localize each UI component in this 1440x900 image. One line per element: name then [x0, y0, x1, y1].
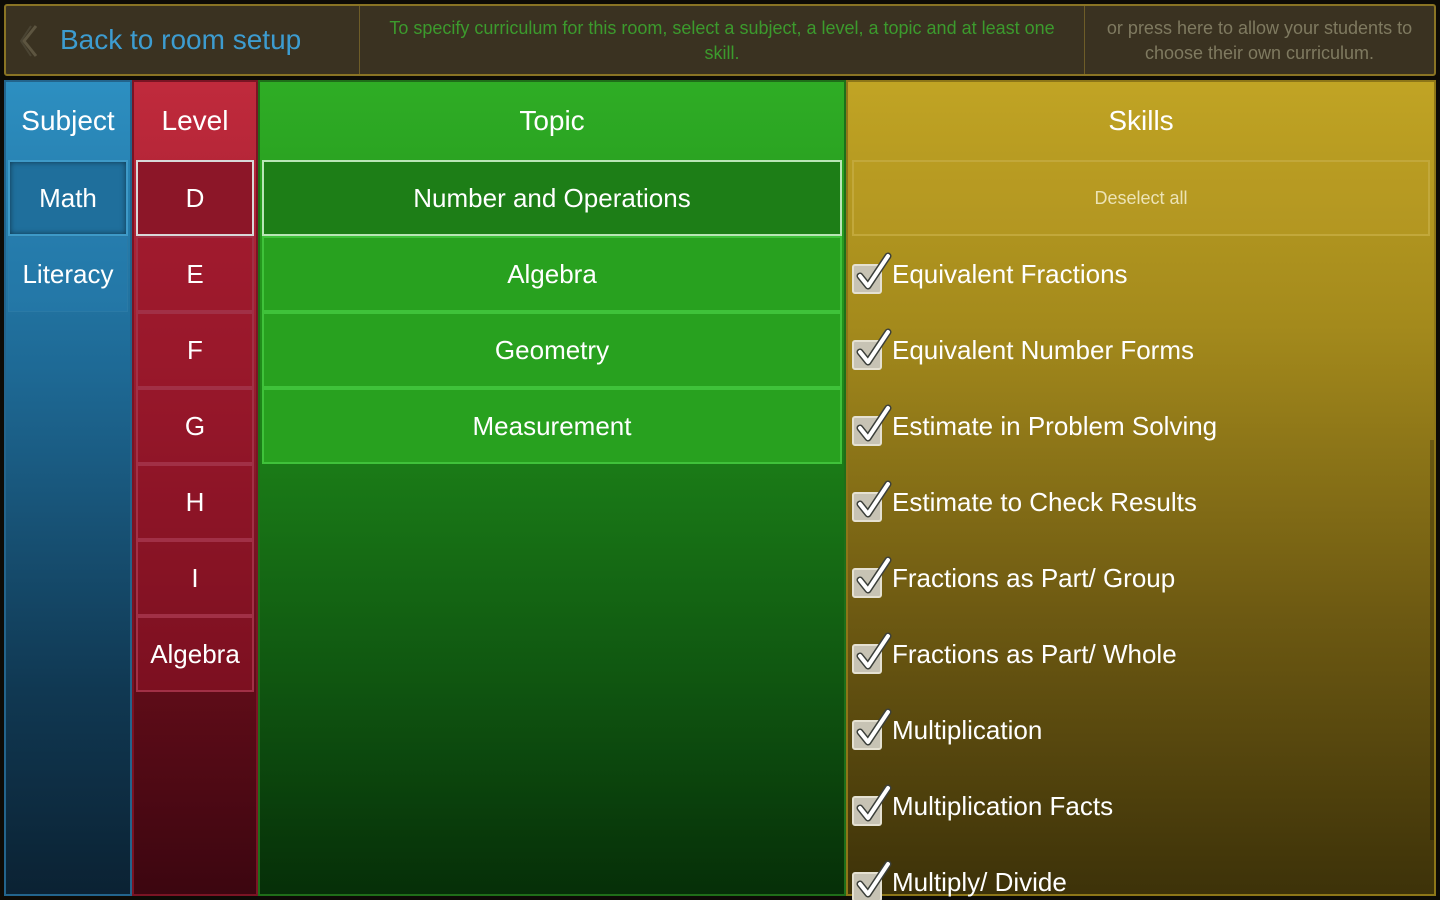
level-item-e[interactable]: E — [136, 236, 254, 312]
topic-item-number-and-operations[interactable]: Number and Operations — [262, 160, 842, 236]
subject-header: Subject — [21, 105, 115, 136]
skill-label: Multiply/ Divide — [892, 866, 1067, 897]
subject-item-math[interactable]: Math — [8, 160, 128, 236]
subject-column: Subject Math Literacy — [4, 80, 132, 896]
deselect-all-button[interactable]: Deselect all — [852, 160, 1430, 236]
skill-checkbox[interactable] — [852, 632, 892, 676]
skill-checkbox[interactable] — [852, 708, 892, 752]
skill-checkbox[interactable] — [852, 556, 892, 600]
topic-column: Topic Number and Operations Algebra Geom… — [258, 80, 846, 896]
skill-item[interactable]: Estimate in Problem Solving — [848, 388, 1434, 464]
checkmark-icon — [856, 708, 892, 746]
checkmark-icon — [856, 784, 892, 822]
level-item-h[interactable]: H — [136, 464, 254, 540]
topic-item-measurement[interactable]: Measurement — [262, 388, 842, 464]
checkmark-icon — [856, 632, 892, 670]
topic-header: Topic — [519, 105, 585, 136]
skill-item[interactable]: Equivalent Fractions — [848, 236, 1434, 312]
skill-checkbox[interactable] — [852, 860, 892, 900]
level-item-algebra[interactable]: Algebra — [136, 616, 254, 692]
skill-item[interactable]: Estimate to Check Results — [848, 464, 1434, 540]
skill-item[interactable]: Multiply/ Divide — [848, 844, 1434, 900]
level-item-f[interactable]: F — [136, 312, 254, 388]
checkmark-icon — [856, 556, 892, 594]
level-header: Level — [161, 105, 229, 136]
skills-list: Equivalent Fractions Equivalent Number F… — [848, 236, 1434, 900]
skill-item[interactable]: Fractions as Part/ Whole — [848, 616, 1434, 692]
back-to-room-setup-button[interactable]: Back to room setup — [6, 6, 360, 74]
instructions-text: To specify curriculum for this room, sel… — [360, 6, 1085, 74]
checkmark-icon — [856, 328, 892, 366]
skills-header: Skills — [1108, 105, 1174, 136]
checkmark-icon — [856, 252, 892, 290]
skill-checkbox[interactable] — [852, 328, 892, 372]
chevron-left-icon — [20, 25, 38, 57]
skill-item[interactable]: Multiplication — [848, 692, 1434, 768]
skill-checkbox[interactable] — [852, 404, 892, 448]
skill-label: Equivalent Fractions — [892, 258, 1128, 289]
checkmark-icon — [856, 404, 892, 442]
topic-item-algebra[interactable]: Algebra — [262, 236, 842, 312]
skill-label: Fractions as Part/ Group — [892, 562, 1176, 593]
skill-label: Multiplication — [892, 714, 1043, 745]
skill-label: Fractions as Part/ Whole — [892, 638, 1177, 669]
skill-label: Estimate in Problem Solving — [892, 410, 1218, 441]
checkmark-icon — [856, 480, 892, 518]
skill-label: Estimate to Check Results — [892, 486, 1197, 517]
level-item-g[interactable]: G — [136, 388, 254, 464]
topic-item-geometry[interactable]: Geometry — [262, 312, 842, 388]
top-bar: Back to room setup To specify curriculum… — [4, 4, 1436, 76]
skill-label: Equivalent Number Forms — [892, 334, 1194, 365]
skill-item[interactable]: Multiplication Facts — [848, 768, 1434, 844]
back-button-label: Back to room setup — [60, 24, 302, 55]
skill-item[interactable]: Fractions as Part/ Group — [848, 540, 1434, 616]
skill-checkbox[interactable] — [852, 480, 892, 524]
skills-scrollbar[interactable] — [1430, 440, 1434, 840]
student-choose-curriculum-button[interactable]: or press here to allow your students to … — [1085, 6, 1434, 74]
skill-item[interactable]: Equivalent Number Forms — [848, 312, 1434, 388]
level-item-i[interactable]: I — [136, 540, 254, 616]
skills-column: Skills Deselect all Equivalent Fractions… — [846, 80, 1436, 900]
subject-item-literacy[interactable]: Literacy — [8, 236, 128, 312]
level-item-d[interactable]: D — [136, 160, 254, 236]
skill-checkbox[interactable] — [852, 252, 892, 296]
skill-checkbox[interactable] — [852, 784, 892, 828]
skill-label: Multiplication Facts — [892, 790, 1114, 821]
checkmark-icon — [856, 860, 892, 898]
level-column: Level D E F G H I Algebra — [132, 80, 258, 896]
